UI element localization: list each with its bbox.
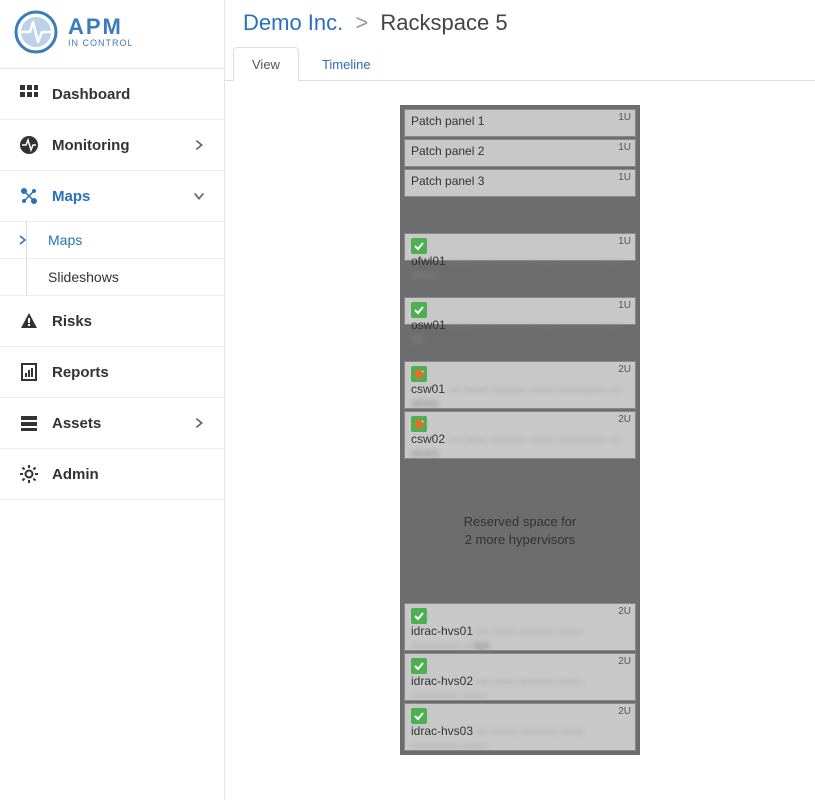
tab-view[interactable]: View bbox=[233, 47, 299, 81]
unit-size: 1U bbox=[618, 172, 631, 183]
rack-unit-ofwl01[interactable]: ofwl01 — —— ——— —— ———— —vices 1U bbox=[404, 233, 636, 261]
unit-size: 2U bbox=[618, 414, 631, 425]
rack-unit-csw02[interactable]: csw02 — —— ——— —— ———— —vices 2U bbox=[404, 411, 636, 459]
tab-timeline[interactable]: Timeline bbox=[303, 47, 390, 81]
unit-name: idrac-hvs03 bbox=[411, 724, 473, 738]
unit-size: 2U bbox=[618, 706, 631, 717]
nav-reports[interactable]: Reports bbox=[0, 347, 224, 398]
unit-size: 1U bbox=[618, 300, 631, 311]
brand-title: APM bbox=[68, 16, 134, 38]
sidebar: APM IN CONTROL Dashboard Monitoring bbox=[0, 0, 225, 800]
rack-unit-patch1[interactable]: Patch panel 1 1U bbox=[404, 109, 636, 137]
subnav-label: Slideshows bbox=[48, 269, 119, 285]
nav-dashboard[interactable]: Dashboard bbox=[0, 69, 224, 120]
unit-name: csw02 bbox=[411, 432, 445, 446]
nav-assets[interactable]: Assets bbox=[0, 398, 224, 449]
nav-label: Monitoring bbox=[52, 137, 129, 154]
breadcrumb-page: Rackspace 5 bbox=[380, 10, 507, 35]
rack-unit-idrac3[interactable]: idrac-hvs03 — —— ——— —— ———— —— 2U bbox=[404, 703, 636, 751]
chevron-right-icon bbox=[18, 235, 28, 245]
rack-gap bbox=[404, 199, 636, 231]
unit-size: 2U bbox=[618, 364, 631, 375]
unit-name: ofwl01 bbox=[411, 254, 446, 268]
breadcrumb: Demo Inc. > Rackspace 5 bbox=[225, 0, 815, 42]
nav-label: Risks bbox=[52, 313, 92, 330]
rack-unit-osw01[interactable]: osw01 — —— ——— —— ———— —es 1U bbox=[404, 297, 636, 325]
nav-risks[interactable]: Risks bbox=[0, 296, 224, 347]
rack: Patch panel 1 1U Patch panel 2 1U Patch … bbox=[400, 105, 640, 755]
subnav-label: Maps bbox=[48, 232, 82, 248]
chevron-right-icon bbox=[192, 138, 206, 152]
unit-name: csw01 bbox=[411, 382, 445, 396]
unit-name: idrac-hvs01 bbox=[411, 624, 473, 638]
unit-size: 1U bbox=[618, 112, 631, 123]
nav-monitoring[interactable]: Monitoring bbox=[0, 120, 224, 171]
unit-size: 2U bbox=[618, 656, 631, 667]
rack-unit-patch2[interactable]: Patch panel 2 1U bbox=[404, 139, 636, 167]
nav-label: Maps bbox=[52, 188, 90, 205]
unit-name: Patch panel 3 bbox=[411, 174, 484, 188]
logo[interactable]: APM IN CONTROL bbox=[0, 0, 224, 69]
status-ok-icon bbox=[411, 238, 427, 254]
nav-label: Reports bbox=[52, 364, 109, 381]
nav-label: Assets bbox=[52, 415, 101, 432]
status-warn-icon bbox=[411, 366, 427, 382]
reports-icon bbox=[18, 361, 40, 383]
nav-label: Admin bbox=[52, 466, 99, 483]
reserved-text: Reserved space for 2 more hypervisors bbox=[464, 513, 577, 549]
unit-size: 1U bbox=[618, 142, 631, 153]
subnav-slideshows[interactable]: Slideshows bbox=[0, 259, 224, 296]
nav-label: Dashboard bbox=[52, 86, 130, 103]
content: Patch panel 1 1U Patch panel 2 1U Patch … bbox=[225, 81, 815, 800]
status-warn-icon bbox=[411, 416, 427, 432]
monitoring-icon bbox=[18, 134, 40, 156]
unit-name: idrac-hvs02 bbox=[411, 674, 473, 688]
breadcrumb-org[interactable]: Demo Inc. bbox=[243, 10, 343, 35]
status-ok-icon bbox=[411, 608, 427, 624]
risks-icon bbox=[18, 310, 40, 332]
rack-unit-csw01[interactable]: csw01 — —— ——— —— ———— —vices 2U bbox=[404, 361, 636, 409]
chevron-down-icon bbox=[192, 189, 206, 203]
unit-name: Patch panel 2 bbox=[411, 144, 484, 158]
gear-icon bbox=[18, 463, 40, 485]
maps-icon bbox=[18, 185, 40, 207]
unit-name: Patch panel 1 bbox=[411, 114, 484, 128]
rack-unit-patch3[interactable]: Patch panel 3 1U bbox=[404, 169, 636, 197]
rack-unit-idrac2[interactable]: idrac-hvs02 — —— ——— —— ———— —— 2U bbox=[404, 653, 636, 701]
brand-subtitle: IN CONTROL bbox=[68, 39, 134, 48]
dashboard-icon bbox=[18, 83, 40, 105]
status-ok-icon bbox=[411, 302, 427, 318]
subnav-maps[interactable]: Maps bbox=[0, 222, 224, 259]
logo-icon bbox=[14, 10, 58, 54]
unit-name: osw01 bbox=[411, 318, 446, 332]
status-ok-icon bbox=[411, 658, 427, 674]
unit-size: 2U bbox=[618, 606, 631, 617]
unit-size: 1U bbox=[618, 236, 631, 247]
rack-unit-idrac1[interactable]: idrac-hvs01 — —— ——— —— ———— —lge 2U bbox=[404, 603, 636, 651]
status-ok-icon bbox=[411, 708, 427, 724]
nav-maps[interactable]: Maps bbox=[0, 171, 224, 222]
rack-reserved: Reserved space for 2 more hypervisors bbox=[404, 461, 636, 601]
assets-icon bbox=[18, 412, 40, 434]
tabs: View Timeline bbox=[225, 46, 815, 81]
main: Demo Inc. > Rackspace 5 View Timeline Pa… bbox=[225, 0, 815, 800]
breadcrumb-sep: > bbox=[355, 10, 368, 35]
nav-admin[interactable]: Admin bbox=[0, 449, 224, 500]
chevron-right-icon bbox=[192, 416, 206, 430]
